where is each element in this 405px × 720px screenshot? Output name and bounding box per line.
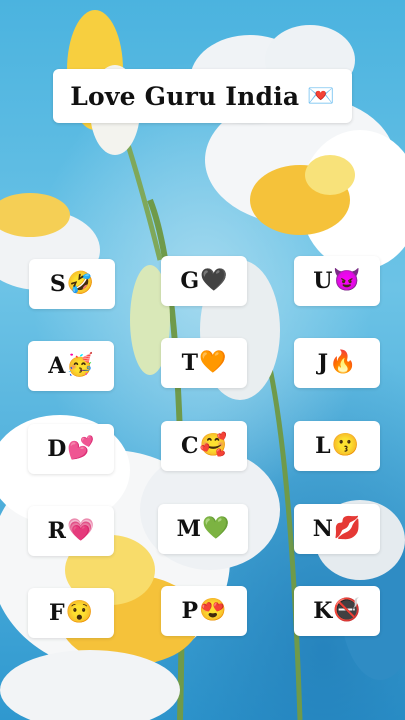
page-title: Love Guru India (70, 81, 300, 111)
fire-icon: 🔥 (329, 350, 357, 375)
smiling-hearts-icon: 🥰 (199, 433, 227, 458)
letter-card: A 🥳 (28, 341, 114, 391)
rolling-laughing-icon: 🤣 (66, 271, 95, 296)
title-banner: Love Guru India 💌 (53, 69, 352, 123)
surprised-face-icon: 😯 (65, 600, 94, 625)
letter-card: L 😗 (294, 421, 380, 471)
card-letter: R (47, 518, 66, 544)
envelope-heart-icon: 💌 (307, 83, 335, 109)
card-letter: L (315, 433, 331, 459)
kissing-face-icon: 😗 (331, 433, 359, 458)
black-heart-icon: 🖤 (200, 268, 228, 293)
letter-card: R 💗 (28, 506, 114, 556)
card-letter: D (47, 436, 67, 462)
letter-card: G 🖤 (161, 256, 247, 306)
letter-card: T 🧡 (161, 338, 247, 388)
letter-card: P 😍 (161, 586, 247, 636)
orange-heart-icon: 🧡 (198, 350, 227, 375)
green-heart-icon: 💚 (201, 516, 230, 541)
letter-card: F 😯 (28, 588, 114, 638)
card-letter: U (313, 268, 333, 294)
heart-eyes-icon: 😍 (199, 598, 227, 623)
pink-heart-icon: 💗 (66, 518, 95, 543)
card-letter: K (313, 598, 333, 624)
card-letter: G (180, 268, 200, 294)
party-face-icon: 🥳 (66, 353, 94, 378)
letter-card: K 🚭 (294, 586, 380, 636)
letter-card: S 🤣 (29, 259, 115, 309)
card-letter: P (181, 598, 199, 624)
card-letter: M (176, 516, 201, 542)
letter-card: M 💚 (158, 504, 248, 554)
no-smoking-icon: 🚭 (333, 598, 361, 623)
card-letter: N (312, 516, 333, 542)
card-letter: F (48, 600, 65, 626)
smiling-devil-icon: 😈 (333, 268, 361, 293)
card-letter: S (49, 271, 66, 297)
card-letter: C (181, 433, 199, 459)
letter-card: C 🥰 (161, 421, 247, 471)
letter-card: N 💋 (294, 504, 380, 554)
card-letter: T (181, 350, 198, 376)
card-letter: J (317, 350, 328, 376)
letter-card: U 😈 (294, 256, 380, 306)
letter-card: D 💕 (28, 424, 114, 474)
two-hearts-icon: 💕 (67, 436, 95, 461)
kiss-mark-icon: 💋 (333, 516, 362, 541)
letter-card: J 🔥 (294, 338, 380, 388)
card-letter: A (48, 353, 66, 379)
